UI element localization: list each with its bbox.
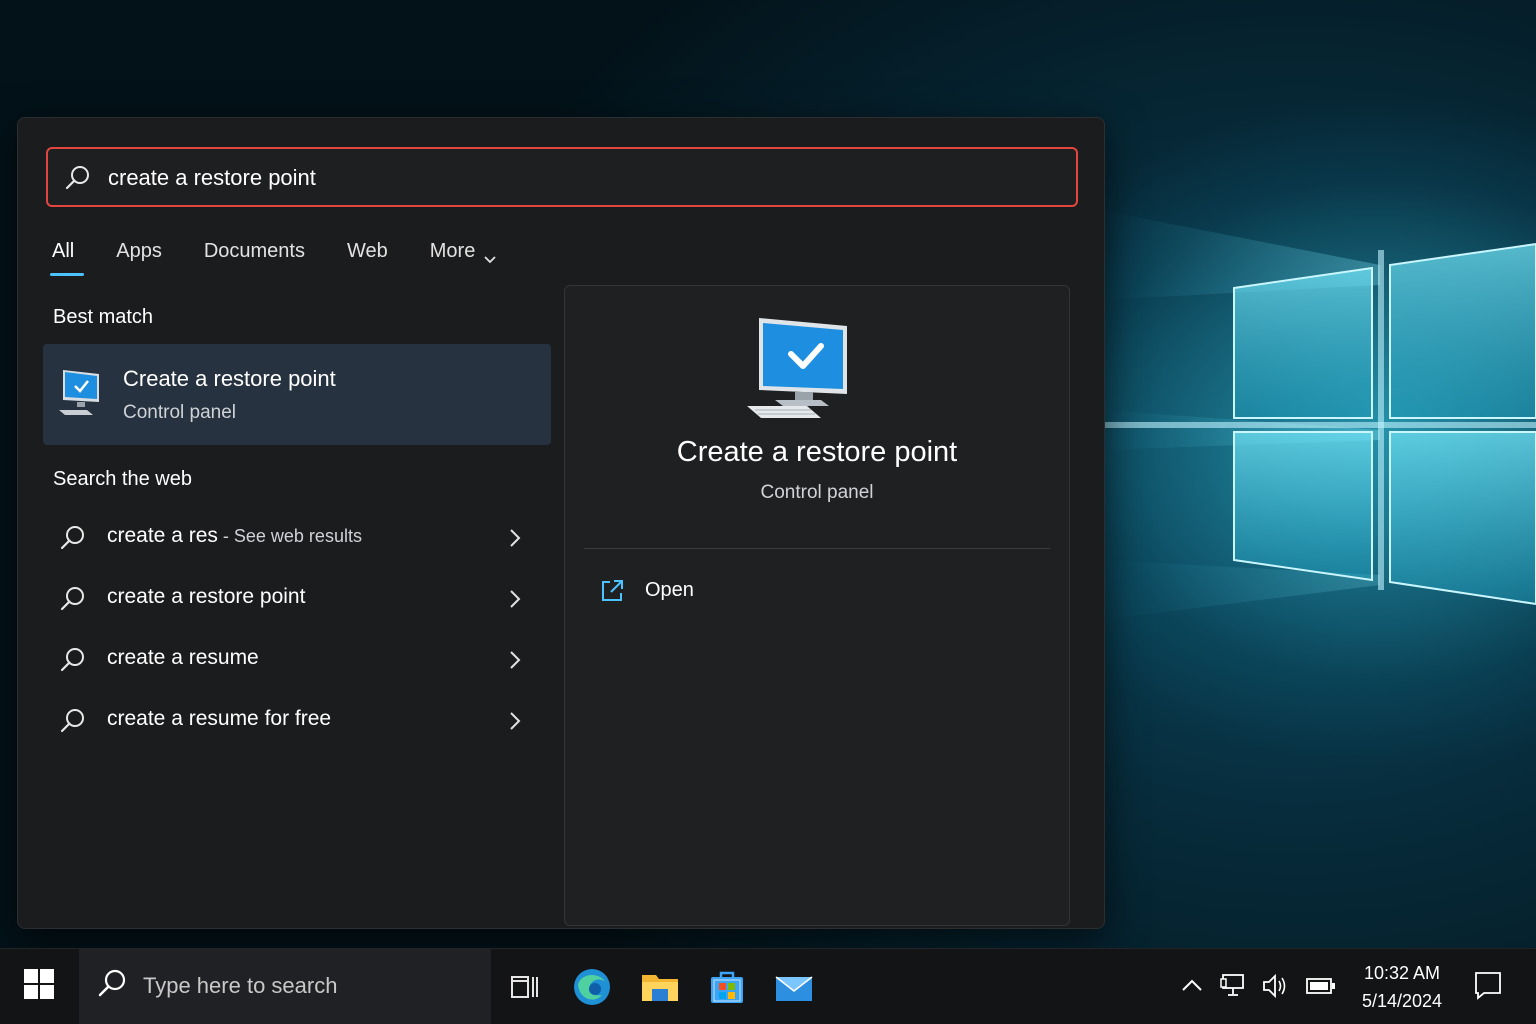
- web-result-query: create a resume: [107, 646, 259, 669]
- tab-documents-label: Documents: [203, 240, 305, 262]
- web-result-query: create a res: [107, 524, 218, 547]
- chevron-down-icon: [483, 244, 497, 274]
- volume-icon[interactable]: [1261, 971, 1291, 1006]
- search-box[interactable]: [46, 147, 1078, 207]
- search-icon: [59, 707, 87, 740]
- web-result-text: create a res - See web results: [107, 524, 362, 548]
- search-icon: [59, 646, 87, 679]
- taskbar-search-input[interactable]: [143, 971, 473, 1001]
- best-match-name: Create a restore point: [123, 366, 336, 391]
- divider: [584, 548, 1050, 549]
- store-icon: [711, 971, 743, 1003]
- preview-subtitle: Control panel: [760, 482, 874, 503]
- best-match-item[interactable]: Create a restore point Control panel: [43, 344, 551, 445]
- computer-checkmark-icon: [745, 316, 855, 429]
- open-label: Open: [645, 579, 694, 601]
- web-result-suffix: - See web results: [217, 526, 362, 546]
- taskbar-search-box[interactable]: [79, 949, 491, 1024]
- search-panel: All Apps Documents Web More Best match C…: [17, 117, 1105, 929]
- chevron-right-icon: [509, 711, 521, 736]
- tab-web-label: Web: [346, 240, 388, 262]
- chevron-right-icon: [509, 589, 521, 614]
- web-results-list: create a res - See web results create a …: [43, 508, 551, 752]
- clock[interactable]: 10:32 AM 5/14/2024: [1352, 959, 1452, 1015]
- network-icon[interactable]: [1220, 971, 1250, 1006]
- best-match-subtitle: Control panel: [123, 402, 237, 423]
- edge-icon: [574, 969, 610, 1005]
- tab-more-label: More: [429, 240, 476, 262]
- tab-more[interactable]: More: [430, 236, 498, 276]
- filter-tabs: All Apps Documents Web More: [49, 236, 539, 280]
- search-icon: [59, 585, 87, 618]
- search-icon: [97, 968, 129, 1005]
- battery-icon[interactable]: [1306, 975, 1336, 1002]
- clock-time: 10:32 AM: [1363, 963, 1441, 983]
- tab-all-label: All: [52, 240, 75, 262]
- open-button[interactable]: Open: [599, 576, 799, 610]
- notification-center-button[interactable]: [1470, 967, 1506, 1008]
- search-input[interactable]: [108, 163, 1048, 193]
- search-web-heading: Search the web: [53, 468, 192, 490]
- computer-checkmark-icon: [57, 366, 105, 423]
- preview-title: Create a restore point: [676, 436, 958, 468]
- chevron-right-icon: [509, 650, 521, 675]
- tab-all[interactable]: All: [49, 236, 85, 276]
- mail-icon: [775, 976, 813, 1001]
- chevron-right-icon: [509, 528, 521, 553]
- mail-button[interactable]: [770, 963, 818, 1011]
- file-explorer-button[interactable]: [636, 963, 684, 1011]
- start-button[interactable]: [0, 949, 78, 1024]
- web-result-text: create a restore point: [107, 585, 305, 609]
- best-match-heading: Best match: [53, 306, 154, 328]
- chevron-up-icon[interactable]: [1180, 975, 1204, 1000]
- edge-button[interactable]: [568, 963, 616, 1011]
- search-icon: [64, 164, 92, 197]
- web-result-row[interactable]: create a resume for free: [43, 691, 551, 752]
- web-result-row[interactable]: create a restore point: [43, 569, 551, 630]
- web-result-text: create a resume for free: [107, 707, 331, 731]
- tab-documents[interactable]: Documents: [204, 236, 305, 276]
- notification-icon: [1475, 972, 1501, 1000]
- clock-date: 5/14/2024: [1361, 991, 1443, 1011]
- file-explorer-icon: [642, 975, 678, 1001]
- open-external-icon: [599, 578, 625, 609]
- windows-logo-icon: [24, 969, 54, 1004]
- web-result-row[interactable]: create a res - See web results: [43, 508, 551, 569]
- web-result-query: create a resume for free: [107, 707, 332, 730]
- result-preview-pane: Create a restore point Control panel Ope…: [564, 285, 1070, 926]
- task-view-button[interactable]: [500, 963, 548, 1011]
- web-result-query: create a restore point: [107, 585, 306, 608]
- tab-apps-label: Apps: [116, 240, 162, 262]
- store-button[interactable]: [703, 963, 751, 1011]
- tab-web[interactable]: Web: [347, 236, 388, 276]
- tab-apps[interactable]: Apps: [116, 236, 162, 276]
- web-result-text: create a resume: [107, 646, 259, 670]
- search-icon: [59, 524, 87, 557]
- taskbar: 10:32 AM 5/14/2024: [0, 948, 1536, 1024]
- task-view-icon: [511, 976, 538, 998]
- web-result-row[interactable]: create a resume: [43, 630, 551, 691]
